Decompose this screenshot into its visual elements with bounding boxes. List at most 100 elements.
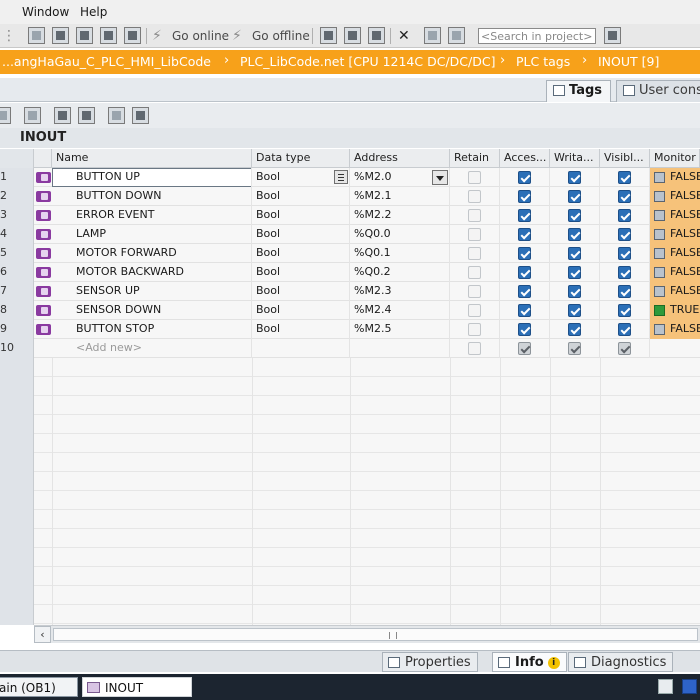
- split-horizontal-icon[interactable]: [424, 27, 441, 44]
- table-row[interactable]: 4 LAMP Bool %Q0.0 FALSE: [0, 225, 700, 244]
- accessible-checkbox[interactable]: [518, 285, 531, 298]
- tab-tags[interactable]: Tags: [546, 80, 612, 102]
- breadcrumb-project[interactable]: ...angHaGau_C_PLC_HMI_LibCode: [2, 54, 211, 69]
- row-number[interactable]: 5: [0, 244, 34, 263]
- accessible-checkbox[interactable]: [518, 266, 531, 279]
- writable-checkbox[interactable]: [568, 247, 581, 260]
- add-tag-icon[interactable]: [0, 107, 11, 124]
- tag-data-type[interactable]: Bool: [252, 301, 350, 320]
- tag-name[interactable]: BUTTON STOP: [52, 320, 252, 339]
- accessible-checkbox[interactable]: [518, 323, 531, 336]
- visible-checkbox[interactable]: [618, 209, 631, 222]
- tag-data-type[interactable]: Bool: [252, 320, 350, 339]
- accessible-checkbox[interactable]: [518, 171, 531, 184]
- status-tray-icon[interactable]: [682, 679, 697, 694]
- tab-properties[interactable]: Properties: [382, 652, 478, 672]
- row-number[interactable]: 3: [0, 206, 34, 225]
- retain-checkbox[interactable]: [468, 171, 481, 184]
- accessible-checkbox[interactable]: [518, 304, 531, 317]
- tag-data-type[interactable]: Bool: [252, 187, 350, 206]
- table-row[interactable]: 6 MOTOR BACKWARD Bool %Q0.2 FALSE: [0, 263, 700, 282]
- export-icon[interactable]: [54, 107, 71, 124]
- retain-checkbox[interactable]: [468, 285, 481, 298]
- tag-address[interactable]: %Q0.0: [350, 225, 450, 244]
- tag-name[interactable]: BUTTON DOWN: [52, 187, 252, 206]
- row-number[interactable]: 6: [0, 263, 34, 282]
- tag-data-type[interactable]: Bool: [252, 225, 350, 244]
- tag-address[interactable]: %M2.1: [350, 187, 450, 206]
- default-checkbox[interactable]: [568, 342, 581, 355]
- split-vertical-icon[interactable]: [448, 27, 465, 44]
- writable-checkbox[interactable]: [568, 323, 581, 336]
- accessible-checkbox[interactable]: [518, 209, 531, 222]
- go-offline-button[interactable]: Go offline: [252, 29, 310, 43]
- column-writable[interactable]: Writa...: [550, 149, 600, 168]
- default-checkbox[interactable]: [518, 342, 531, 355]
- retain-checkbox[interactable]: [468, 228, 481, 241]
- table-row[interactable]: 5 MOTOR FORWARD Bool %Q0.1 FALSE: [0, 244, 700, 263]
- tag-address[interactable]: %M2.4: [350, 301, 450, 320]
- monitor-tray-icon[interactable]: [658, 679, 673, 694]
- table-row[interactable]: 2 BUTTON DOWN Bool %M2.1 FALSE: [0, 187, 700, 206]
- default-checkbox[interactable]: [468, 342, 481, 355]
- tag-address[interactable]: %M2.3: [350, 282, 450, 301]
- cross-reference-icon[interactable]: ✕: [398, 28, 410, 44]
- monitor-all-icon[interactable]: [108, 107, 125, 124]
- download-icon[interactable]: [52, 27, 69, 44]
- writable-checkbox[interactable]: [568, 285, 581, 298]
- horizontal-scrollbar[interactable]: ‹: [34, 625, 700, 643]
- breadcrumb-plc[interactable]: PLC_LibCode.net [CPU 1214C DC/DC/DC]: [240, 54, 495, 69]
- menu-window[interactable]: Window: [22, 5, 69, 19]
- import-icon[interactable]: [78, 107, 95, 124]
- visible-checkbox[interactable]: [618, 228, 631, 241]
- column-monitor[interactable]: Monitor v: [650, 149, 700, 168]
- data-type-picker-icon[interactable]: [334, 170, 348, 184]
- table-row[interactable]: 3 ERROR EVENT Bool %M2.2 FALSE: [0, 206, 700, 225]
- search-project-icon[interactable]: [604, 27, 621, 44]
- tag-address[interactable]: %M2.2: [350, 206, 450, 225]
- stop-cpu-icon[interactable]: [368, 27, 385, 44]
- tag-address[interactable]: %Q0.2: [350, 263, 450, 282]
- retain-checkbox[interactable]: [468, 190, 481, 203]
- go-offline-icon[interactable]: ⚡: [232, 28, 242, 44]
- accessible-checkbox[interactable]: [518, 190, 531, 203]
- device-icon[interactable]: [100, 27, 117, 44]
- retain-checkbox[interactable]: [468, 323, 481, 336]
- visible-checkbox[interactable]: [618, 171, 631, 184]
- table-row[interactable]: 9 BUTTON STOP Bool %M2.5 FALSE: [0, 320, 700, 339]
- row-number[interactable]: 8: [0, 301, 34, 320]
- tag-data-type[interactable]: Bool: [252, 282, 350, 301]
- retain-checkbox[interactable]: [468, 266, 481, 279]
- table-row[interactable]: 1 BUTTON UP Bool %M2.0 FALSE: [0, 168, 700, 187]
- tag-name[interactable]: LAMP: [52, 225, 252, 244]
- tag-name[interactable]: SENSOR UP: [52, 282, 252, 301]
- tag-data-type[interactable]: Bool: [252, 244, 350, 263]
- tag-name[interactable]: SENSOR DOWN: [52, 301, 252, 320]
- scroll-left-icon[interactable]: ‹: [34, 626, 51, 643]
- retain-checkbox[interactable]: [468, 304, 481, 317]
- writable-checkbox[interactable]: [568, 266, 581, 279]
- tag-address[interactable]: %M2.5: [350, 320, 450, 339]
- go-online-icon[interactable]: ⚡: [152, 28, 162, 44]
- writable-checkbox[interactable]: [568, 228, 581, 241]
- row-number[interactable]: 1: [0, 168, 34, 187]
- start-cpu-icon[interactable]: [344, 27, 361, 44]
- column-address[interactable]: Address: [350, 149, 450, 168]
- add-new-tag[interactable]: <Add new>: [52, 339, 252, 358]
- tab-info[interactable]: Info i: [492, 652, 567, 672]
- visible-checkbox[interactable]: [618, 323, 631, 336]
- default-checkbox[interactable]: [618, 342, 631, 355]
- upload-icon[interactable]: [76, 27, 93, 44]
- tag-name[interactable]: MOTOR FORWARD: [52, 244, 252, 263]
- tag-name[interactable]: ERROR EVENT: [52, 206, 252, 225]
- search-input[interactable]: [478, 28, 596, 44]
- writable-checkbox[interactable]: [568, 190, 581, 203]
- writable-checkbox[interactable]: [568, 171, 581, 184]
- address-dropdown-icon[interactable]: [432, 170, 448, 185]
- accessible-devices-icon[interactable]: [320, 27, 337, 44]
- visible-checkbox[interactable]: [618, 285, 631, 298]
- visible-checkbox[interactable]: [618, 247, 631, 260]
- column-data-type[interactable]: Data type: [252, 149, 350, 168]
- tag-data-type[interactable]: Bool: [252, 206, 350, 225]
- columns-icon[interactable]: [132, 107, 149, 124]
